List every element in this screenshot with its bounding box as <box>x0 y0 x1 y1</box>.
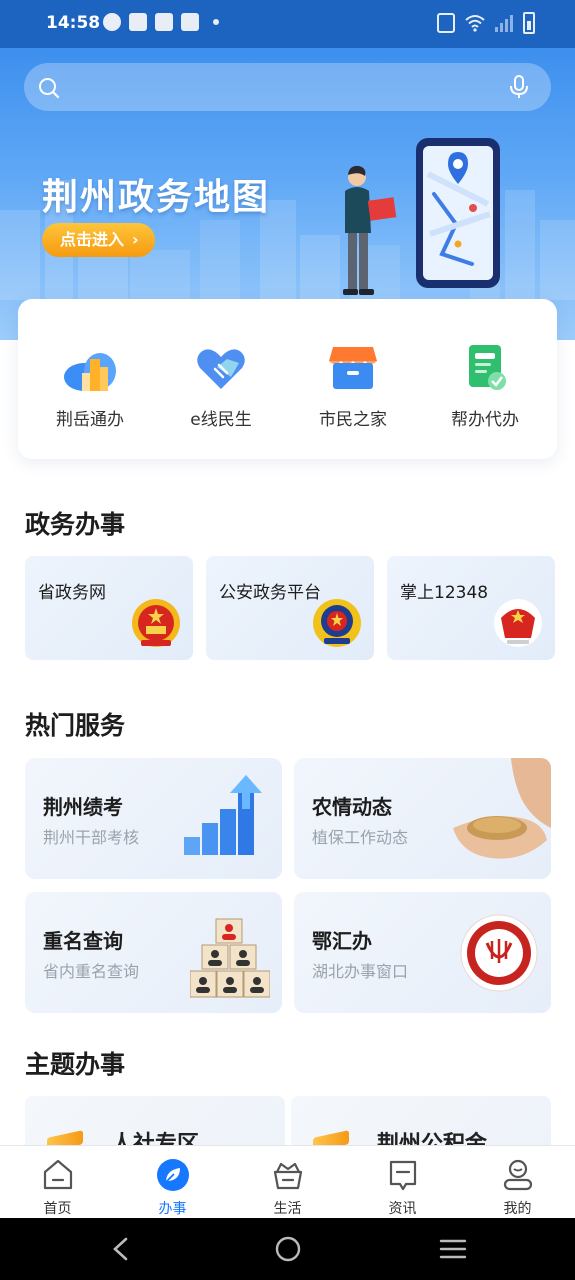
section-title-topic: 主题办事 <box>25 1050 126 1079</box>
hot-service-jingzhou-kaohe[interactable]: 荆州绩考 荆州干部考核 <box>25 758 282 879</box>
nav-home[interactable]: 首页 <box>0 1158 115 1218</box>
signal-icon <box>495 14 513 32</box>
nav-mine[interactable]: 我的 <box>460 1158 575 1218</box>
compass-icon <box>103 13 121 31</box>
document-check-icon <box>469 345 506 390</box>
nav-life[interactable]: 生活 <box>230 1158 345 1218</box>
home-circle-icon[interactable] <box>273 1236 303 1262</box>
hot-service-chongming[interactable]: 重名查询 省内重名查询 <box>25 892 282 1013</box>
bar-growth-icon <box>184 775 262 855</box>
people-blocks-icon <box>190 918 270 998</box>
gov-card-province[interactable]: 省政务网 <box>25 556 193 660</box>
hot-service-title: 荆州绩考 <box>43 795 123 819</box>
status-bar: 14:58 <box>0 0 575 48</box>
banner-title: 荆州政务地图 <box>42 177 271 218</box>
microphone-icon[interactable] <box>509 75 529 99</box>
quick-entry-label: 帮办代办 <box>451 410 519 430</box>
status-time: 14:58 <box>46 13 101 33</box>
battery-icon <box>523 12 535 34</box>
shopping-bag-icon <box>181 13 199 31</box>
nav-banshi[interactable]: 办事 <box>115 1158 230 1218</box>
gov-card-label: 省政务网 <box>38 583 106 603</box>
back-icon[interactable] <box>106 1236 136 1262</box>
nav-label: 生活 <box>273 1201 302 1217</box>
quick-entry-citizen-home[interactable]: 市民之家 <box>287 343 419 430</box>
news-icon <box>389 1160 416 1191</box>
nav-news[interactable]: 资讯 <box>345 1158 460 1218</box>
store-icon <box>329 347 377 389</box>
hot-service-subtitle: 省内重名查询 <box>43 962 140 981</box>
hot-service-title: 农情动态 <box>312 795 392 819</box>
police-emblem-icon <box>313 599 361 647</box>
quick-entry-label: e线民生 <box>190 410 252 430</box>
nav-label: 办事 <box>158 1201 187 1217</box>
phone-map-illustration <box>416 138 500 288</box>
buildings-icon <box>64 353 116 391</box>
ehuiban-logo-icon <box>460 914 538 992</box>
home-icon <box>43 1159 72 1190</box>
hot-service-ehuiban[interactable]: 鄂汇办 湖北办事窗口 <box>294 892 551 1013</box>
menu-icon[interactable] <box>438 1236 468 1262</box>
quick-entry-help-agent[interactable]: 帮办代办 <box>419 343 551 430</box>
person-illustration <box>343 165 397 295</box>
search-icon[interactable] <box>38 77 60 99</box>
grain-hands-icon <box>453 758 551 859</box>
system-navigation-bar <box>0 1218 575 1280</box>
bottom-nav: 首页 办事 生活 资讯 我的 <box>0 1145 575 1218</box>
section-title-hot: 热门服务 <box>25 711 126 740</box>
profile-icon <box>503 1159 532 1191</box>
quick-entry-jingyue[interactable]: 荆岳通办 <box>24 343 156 430</box>
gov-card-police[interactable]: 公安政务平台 <box>206 556 374 660</box>
enter-map-button[interactable]: 点击进入 › <box>42 223 155 257</box>
banner[interactable]: 荆州政务地图 点击进入 › <box>0 48 575 340</box>
basket-icon <box>273 1162 302 1190</box>
wifi-icon <box>465 15 485 32</box>
gov-card-label: 公安政务平台 <box>219 583 321 603</box>
search-input[interactable] <box>24 63 551 111</box>
quick-entry-label: 市民之家 <box>319 410 387 430</box>
leaf-icon <box>156 1159 189 1191</box>
nav-label: 首页 <box>43 1201 72 1217</box>
hot-service-subtitle: 荆州干部考核 <box>43 828 140 847</box>
notification-icons <box>103 13 219 31</box>
quick-entry-card: 荆岳通办 e线民生 市民之家 帮办代办 <box>18 299 557 459</box>
quick-entry-exian[interactable]: e线民生 <box>155 343 287 430</box>
chevron-right-icon: › <box>132 230 139 249</box>
national-emblem-icon <box>132 599 180 647</box>
hot-service-subtitle: 植保工作动态 <box>312 828 409 847</box>
enter-button-label: 点击进入 <box>60 230 125 249</box>
hot-service-title: 鄂汇办 <box>312 929 372 953</box>
gov-card-12348[interactable]: 掌上12348 <box>387 556 555 660</box>
hot-service-subtitle: 湖北办事窗口 <box>312 962 409 981</box>
nav-label: 资讯 <box>388 1201 417 1217</box>
shopping-bag-icon <box>155 13 173 31</box>
court-emblem-icon <box>494 599 542 647</box>
shopping-bag-icon <box>129 13 147 31</box>
hot-service-nongqing[interactable]: 农情动态 植保工作动态 <box>294 758 551 879</box>
section-title-gov: 政务办事 <box>25 510 126 539</box>
system-status-icons <box>437 12 535 34</box>
nav-label: 我的 <box>503 1201 532 1217</box>
vibrate-icon <box>437 13 455 33</box>
heart-handshake-icon <box>197 349 245 389</box>
gov-card-label: 掌上12348 <box>400 583 489 603</box>
more-dot-icon <box>213 19 219 25</box>
hot-service-title: 重名查询 <box>43 929 123 953</box>
quick-entry-label: 荆岳通办 <box>56 410 124 430</box>
